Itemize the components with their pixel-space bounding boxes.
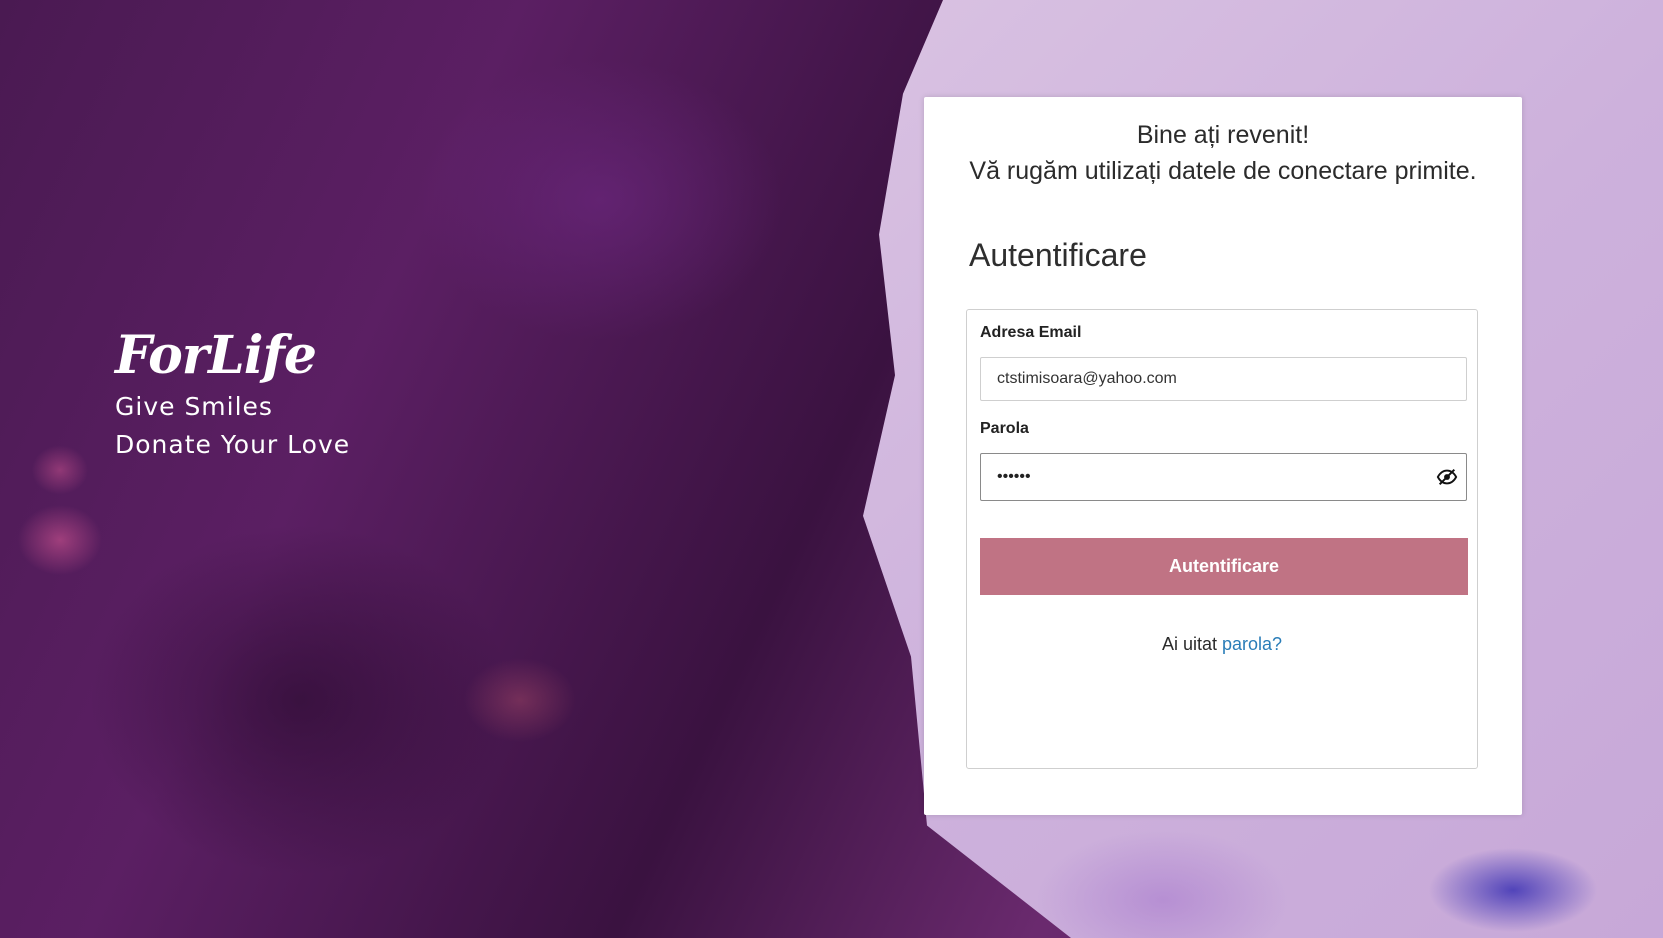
password-label: Parola (980, 420, 1029, 437)
brand-tagline-1: Give Smiles (115, 392, 273, 421)
welcome-line-1: Bine ați revenit! (1136, 121, 1310, 149)
welcome-line-2: Vă rugăm utilizați datele de conectare p… (969, 157, 1477, 185)
password-field[interactable] (981, 454, 1421, 500)
login-title: Autentificare (969, 237, 1147, 273)
login-button[interactable]: Autentificare (980, 538, 1468, 595)
forgot-prefix: Ai uitat (1161, 634, 1217, 654)
eye-off-icon[interactable] (1436, 466, 1458, 488)
brand-tagline-2: Donate Your Love (115, 430, 351, 459)
brand-block: ForLife Give Smiles Donate Your Love (115, 330, 350, 464)
login-panel: Bine ați revenit! Vă rugăm utilizați dat… (924, 97, 1522, 815)
forgot-password-link[interactable]: parola? (1222, 634, 1282, 654)
welcome-message: Bine ați revenit! Vă rugăm utilizați dat… (924, 117, 1522, 189)
email-label: Adresa Email (980, 324, 1082, 341)
login-form: Adresa Email Parola Autentificare Ai uit… (966, 309, 1478, 769)
email-field[interactable] (980, 357, 1467, 401)
brand-logo: ForLife (115, 325, 317, 386)
password-field-wrapper (980, 453, 1467, 501)
forgot-password: Ai uitat parola? (967, 634, 1477, 655)
